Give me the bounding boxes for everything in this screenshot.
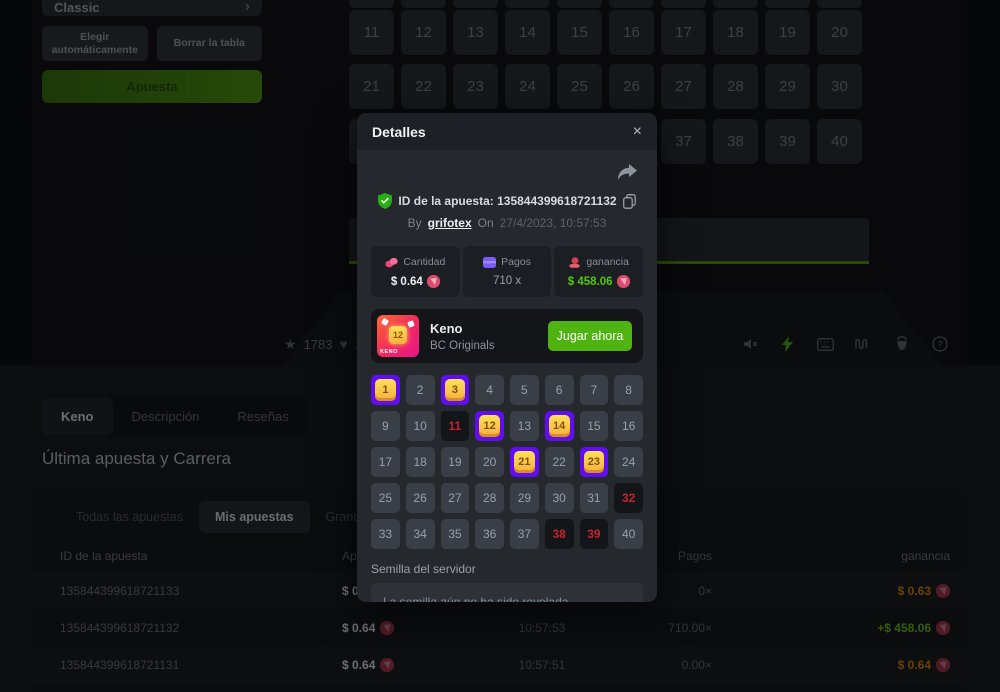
keno-cell-35: 35 <box>441 519 470 549</box>
bet-id-text: ID de la apuesta: 135844399618721132 <box>398 194 616 208</box>
stat-amount-label: Cantidad <box>403 256 445 268</box>
thumb-number-tile: 12 <box>389 326 407 344</box>
keno-cell-7: 7 <box>580 375 609 405</box>
modal-header: Detalles × <box>357 113 657 150</box>
keno-cell-25: 25 <box>371 483 400 513</box>
keno-cell-15: 15 <box>580 411 609 441</box>
modal-body: ID de la apuesta: 135844399618721132 By … <box>357 164 657 602</box>
keno-cell-22: 22 <box>545 447 574 477</box>
share-icon[interactable] <box>617 164 637 181</box>
modal-keno-grid: 1234567891011121314151617181920212223242… <box>371 375 643 549</box>
stat-payout-value: 710 x <box>493 275 521 287</box>
bet-datetime: 27/4/2023, 10:57:53 <box>500 216 607 230</box>
keno-cell-hit-tile: 12 <box>479 415 500 437</box>
server-seed-label: Semilla del servidor <box>371 562 643 576</box>
stat-profit: ganancia $ 458.06 <box>554 246 643 297</box>
keno-cell-32: 32 <box>614 483 643 513</box>
dice-icon <box>407 320 415 328</box>
keno-cell-30: 30 <box>545 483 574 513</box>
keno-cell-10: 10 <box>406 411 435 441</box>
keno-cell-31: 31 <box>580 483 609 513</box>
keno-cell-20: 20 <box>475 447 504 477</box>
keno-cell-9: 9 <box>371 411 400 441</box>
modal-title: Detalles <box>372 124 426 140</box>
keno-cell-34: 34 <box>406 519 435 549</box>
keno-cell-hit-tile: 14 <box>549 415 570 437</box>
trx-coin-icon <box>427 275 440 288</box>
game-card: 12 KENO Keno BC Originals Jugar ahora <box>371 309 643 363</box>
keno-cell-8: 8 <box>614 375 643 405</box>
keno-cell-40: 40 <box>614 519 643 549</box>
keno-cell-23: 23 <box>580 447 609 477</box>
wallet-icon <box>483 257 496 268</box>
bet-id-row: ID de la apuesta: 135844399618721132 <box>371 193 643 209</box>
keno-cell-33: 33 <box>371 519 400 549</box>
keno-cell-27: 27 <box>441 483 470 513</box>
keno-cell-13: 13 <box>510 411 539 441</box>
keno-cell-26: 26 <box>406 483 435 513</box>
keno-cell-3: 3 <box>441 375 470 405</box>
keno-cell-14: 14 <box>545 411 574 441</box>
stat-amount: Cantidad $ 0.64 <box>371 246 460 297</box>
keno-cell-28: 28 <box>475 483 504 513</box>
keno-cell-29: 29 <box>510 483 539 513</box>
keno-game-thumbnail[interactable]: 12 KENO <box>377 315 419 357</box>
keno-cell-11: 11 <box>441 411 470 441</box>
play-now-button[interactable]: Jugar ahora <box>548 321 632 351</box>
page: Classic › Elegir automáticamente Borrar … <box>0 0 1000 692</box>
stat-profit-label: ganancia <box>586 256 629 268</box>
keno-cell-17: 17 <box>371 447 400 477</box>
keno-cell-24: 24 <box>614 447 643 477</box>
bet-meta-row: By grifotex On 27/4/2023, 10:57:53 <box>371 216 643 230</box>
keno-cell-4: 4 <box>475 375 504 405</box>
dice-icon <box>381 318 389 326</box>
trx-coin-icon <box>617 275 630 288</box>
server-seed-input[interactable]: La semilla aún no ha sido revelada... <box>371 583 643 602</box>
keno-cell-12: 12 <box>475 411 504 441</box>
hand-coin-icon <box>568 257 581 268</box>
keno-cell-hit-tile: 23 <box>584 451 605 473</box>
details-modal: Detalles × ID de la apuesta: 13584439961… <box>357 113 657 602</box>
keno-cell-21: 21 <box>510 447 539 477</box>
verified-shield-icon <box>378 193 392 209</box>
stat-amount-value: $ 0.64 <box>391 276 423 288</box>
coins-icon <box>385 257 398 268</box>
on-label: On <box>478 216 494 230</box>
keno-cell-1: 1 <box>371 375 400 405</box>
keno-cell-39: 39 <box>580 519 609 549</box>
keno-cell-hit-tile: 3 <box>445 379 466 401</box>
keno-cell-18: 18 <box>406 447 435 477</box>
stat-profit-value: $ 458.06 <box>568 276 613 288</box>
thumb-keno-label: KENO <box>380 349 398 355</box>
keno-cell-6: 6 <box>545 375 574 405</box>
keno-cell-hit-tile: 1 <box>375 379 396 401</box>
keno-cell-2: 2 <box>406 375 435 405</box>
keno-cell-36: 36 <box>475 519 504 549</box>
bet-stats-row: Cantidad $ 0.64 Pagos 710 x <box>371 246 643 297</box>
by-label: By <box>408 216 422 230</box>
share-row <box>371 164 643 184</box>
keno-cell-5: 5 <box>510 375 539 405</box>
close-icon[interactable]: × <box>633 124 642 140</box>
keno-cell-37: 37 <box>510 519 539 549</box>
stat-payout-label: Pagos <box>501 256 531 268</box>
game-name: Keno <box>430 321 495 336</box>
game-provider: BC Originals <box>430 340 495 352</box>
keno-cell-16: 16 <box>614 411 643 441</box>
keno-cell-hit-tile: 21 <box>514 451 535 473</box>
username-link[interactable]: grifotex <box>428 216 472 230</box>
copy-icon[interactable] <box>623 194 636 209</box>
keno-cell-19: 19 <box>441 447 470 477</box>
keno-cell-38: 38 <box>545 519 574 549</box>
stat-payout: Pagos 710 x <box>463 246 552 297</box>
